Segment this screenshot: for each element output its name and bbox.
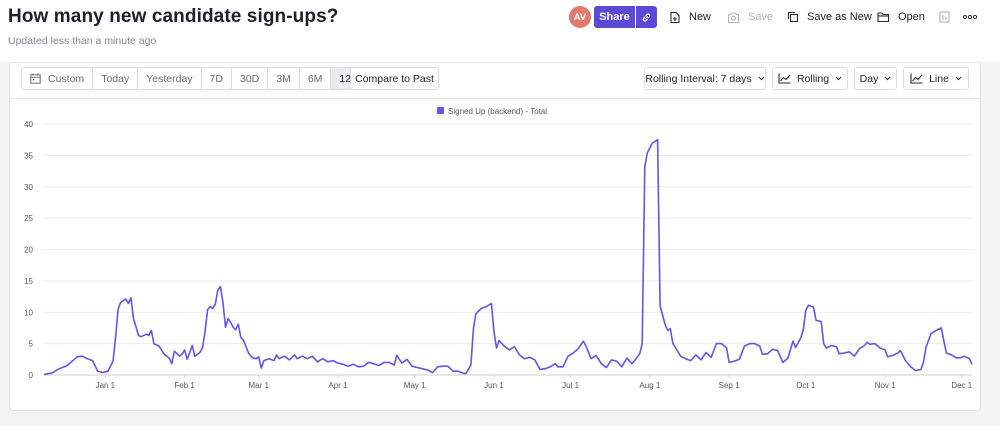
line-chart: Signed Up (backend) - Total 0 5 10 15 20 25 30… <box>24 107 973 390</box>
chevron-down-icon <box>758 76 765 81</box>
open-label: Open <box>898 11 925 23</box>
x-tick-label: Jul 1 <box>562 381 579 390</box>
legend-label: Signed Up (backend) - Total <box>448 107 547 116</box>
y-tick-label: 40 <box>24 120 33 129</box>
copy-icon <box>787 11 799 23</box>
save-as-new-button[interactable]: Save as New <box>787 9 872 25</box>
x-tick-label: Mar 1 <box>249 381 270 390</box>
y-tick-label: 20 <box>24 246 33 255</box>
new-report-button[interactable]: New <box>669 9 711 25</box>
save-icon <box>727 11 740 23</box>
link-icon <box>642 12 651 22</box>
more-options-button[interactable] <box>963 9 985 25</box>
copy-link-button[interactable] <box>636 6 657 28</box>
y-tick-label: 10 <box>24 308 33 317</box>
x-tick-label: Feb 1 <box>174 381 195 390</box>
range-30d[interactable]: 30D <box>232 68 269 89</box>
legend-swatch <box>437 107 444 114</box>
chevron-down-icon <box>884 76 891 81</box>
unit-dropdown[interactable]: Day <box>854 67 897 90</box>
range-7d[interactable]: 7D <box>202 68 232 89</box>
calendar-icon <box>30 73 41 84</box>
y-tick-label: 0 <box>29 371 34 380</box>
last-updated-text: Updated less than a minute ago <box>8 35 157 47</box>
save-button[interactable]: Save <box>727 9 773 25</box>
rolling-interval-dropdown[interactable]: Rolling Interval: 7 days <box>644 67 766 90</box>
unit-label: Day <box>859 72 879 85</box>
analysis-dropdown[interactable]: Rolling <box>772 67 848 90</box>
range-6m[interactable]: 6M <box>300 68 332 89</box>
x-tick-label: Jan 1 <box>96 381 116 390</box>
analysis-label: Rolling <box>796 72 830 85</box>
x-tick-label: Apr 1 <box>328 381 348 390</box>
folder-icon <box>877 12 890 23</box>
x-axis: Jan 1 Feb 1 Mar 1 Apr 1 May 1 Jun 1 Jul 1 Aug 1… <box>96 375 973 390</box>
rolling-interval-label: Rolling Interval: 7 days <box>645 72 752 85</box>
chevron-down-icon <box>955 76 962 81</box>
x-tick-label: May 1 <box>404 381 426 390</box>
date-range-selector: Custom Today Yesterday 7D 30D 3M 6M 12M <box>21 67 369 90</box>
range-3m[interactable]: 3M <box>268 68 300 89</box>
range-custom[interactable]: Custom <box>22 68 94 89</box>
series-line-signed-up[interactable] <box>43 138 973 376</box>
open-button[interactable]: Open <box>877 9 925 25</box>
add-to-board-icon <box>939 10 950 23</box>
compare-to-past-button[interactable]: Compare to Past <box>350 67 439 90</box>
range-today[interactable]: Today <box>93 68 139 89</box>
share-button[interactable]: Share <box>594 6 635 28</box>
y-tick-label: 5 <box>29 340 34 349</box>
chart-type-label: Line <box>929 72 949 85</box>
x-tick-label: Jun 1 <box>484 381 504 390</box>
y-tick-label: 25 <box>24 214 33 223</box>
y-tick-label: 30 <box>24 183 33 192</box>
y-tick-label: 35 <box>24 151 33 160</box>
chevron-down-icon <box>835 76 842 81</box>
page-title: How many new candidate sign-ups? <box>8 6 339 27</box>
new-file-icon <box>670 11 680 23</box>
line-chart-icon <box>910 73 923 84</box>
grid <box>44 123 972 376</box>
new-label: New <box>689 11 712 23</box>
y-axis: 0 5 10 15 20 25 30 35 40 <box>24 120 33 380</box>
save-as-new-label: Save as New <box>807 11 872 23</box>
legend[interactable]: Signed Up (backend) - Total <box>437 107 547 116</box>
x-tick-label: Dec 1 <box>951 381 972 390</box>
line-chart-icon <box>778 73 791 84</box>
x-tick-label: Oct 1 <box>796 381 816 390</box>
range-yesterday[interactable]: Yesterday <box>138 68 202 89</box>
range-custom-label: Custom <box>48 72 85 85</box>
x-tick-label: Nov 1 <box>875 381 896 390</box>
toolbar-divider <box>10 98 980 99</box>
x-tick-label: Aug 1 <box>639 381 660 390</box>
x-tick-label: Sep 1 <box>719 381 740 390</box>
more-icon <box>963 15 977 19</box>
save-label: Save <box>748 11 774 23</box>
y-tick-label: 15 <box>24 277 33 286</box>
chart-type-dropdown[interactable]: Line <box>903 67 969 90</box>
report-header: How many new candidate sign-ups? Updated… <box>0 0 1000 62</box>
add-to-board-button[interactable] <box>939 9 960 25</box>
avatar[interactable]: AV <box>569 6 591 28</box>
